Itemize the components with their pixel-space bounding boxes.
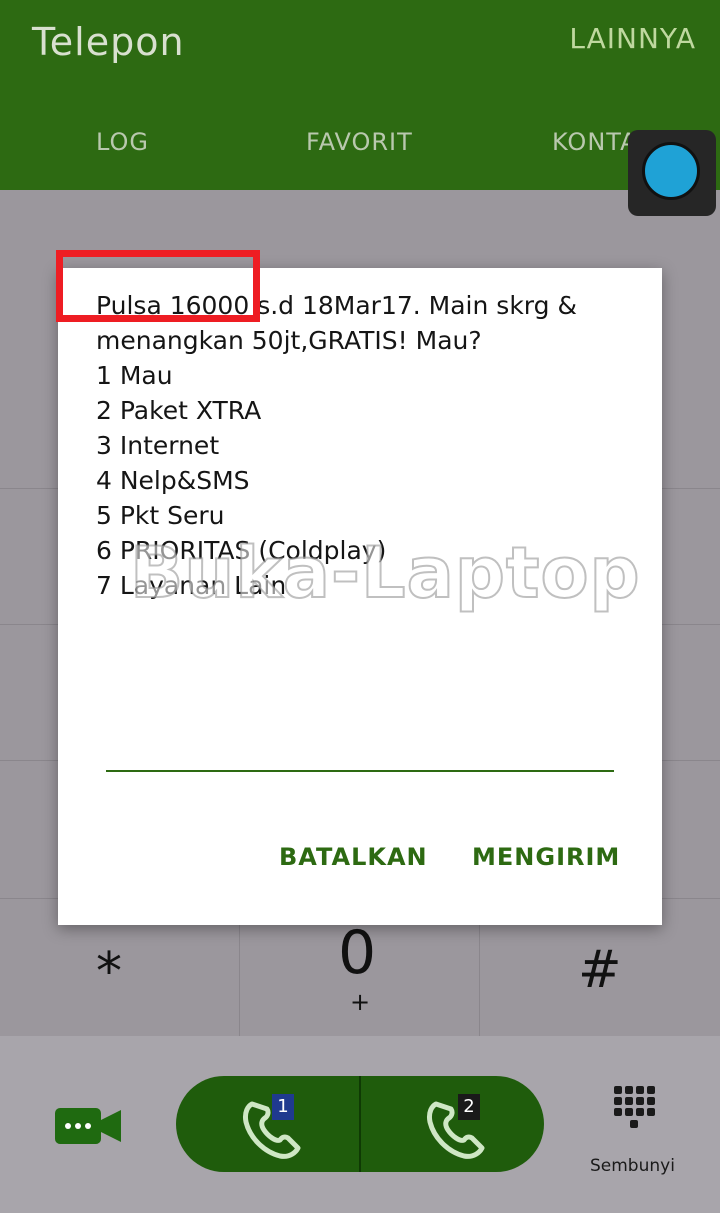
- call-sim1-button[interactable]: 1: [238, 1094, 308, 1159]
- page-title: Telepon: [32, 20, 185, 64]
- tab-favorit[interactable]: FAVORIT: [306, 128, 413, 156]
- send-button[interactable]: MENGIRIM: [472, 843, 620, 871]
- hide-keypad-label: Sembunyi: [590, 1156, 675, 1176]
- sim1-badge: 1: [272, 1094, 294, 1120]
- sim2-badge: 2: [458, 1094, 480, 1120]
- reply-input[interactable]: [106, 770, 614, 772]
- keypad-icon[interactable]: [612, 1084, 656, 1134]
- more-options-button[interactable]: LAINNYA: [569, 22, 696, 55]
- key-zero[interactable]: 0: [338, 918, 376, 988]
- video-call-icon[interactable]: [55, 1106, 121, 1146]
- highlight-box: [56, 250, 260, 322]
- call-sim2-button[interactable]: 2: [422, 1094, 492, 1159]
- watermark: Buka-Laptop: [129, 531, 641, 615]
- phone-icon: [427, 1101, 485, 1159]
- cancel-button[interactable]: BATALKAN: [279, 843, 428, 871]
- key-hash[interactable]: #: [578, 940, 622, 1000]
- floating-bubble[interactable]: [628, 130, 716, 216]
- call-button-group: 1 2: [176, 1076, 544, 1172]
- app-bar: Telepon LAINNYA LOG FAVORIT KONTAK: [0, 0, 720, 190]
- tab-log[interactable]: LOG: [96, 128, 149, 156]
- bubble-icon: [642, 142, 700, 200]
- key-zero-plus: +: [350, 988, 371, 1016]
- key-star[interactable]: *: [96, 942, 122, 1002]
